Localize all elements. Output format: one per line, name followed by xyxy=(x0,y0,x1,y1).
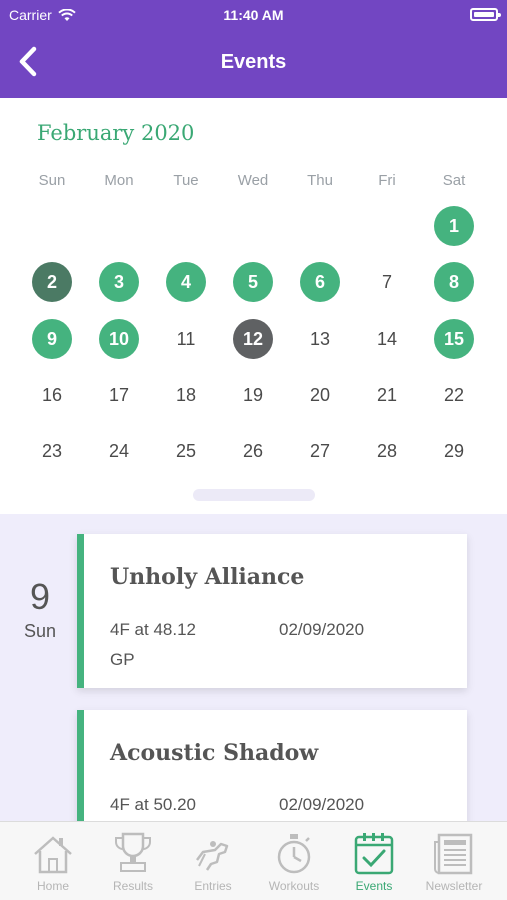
tab-workouts[interactable]: Workouts xyxy=(252,828,336,894)
tab-label: Workouts xyxy=(268,879,320,893)
tab-entries[interactable]: Entries xyxy=(171,828,255,894)
tab-label: Results xyxy=(112,879,153,893)
calendar-day[interactable]: 15 xyxy=(434,319,474,359)
weekday-label: Fri xyxy=(378,172,396,189)
calendar-day[interactable]: 5 xyxy=(233,262,273,302)
tab-label: Events xyxy=(355,879,393,893)
calendar-day[interactable]: 20 xyxy=(300,375,340,415)
calendar-day[interactable]: 9 xyxy=(32,319,72,359)
calendar-day[interactable]: 11 xyxy=(166,319,206,359)
track-label: GP xyxy=(110,650,135,669)
calendar-day[interactable]: 18 xyxy=(166,375,206,415)
calendar-day[interactable]: 2 xyxy=(32,262,72,302)
calendar-day[interactable]: 16 xyxy=(32,375,72,415)
weekday-label: Thu xyxy=(307,172,333,189)
calendar-day[interactable]: 7 xyxy=(367,262,407,302)
calendar-day[interactable]: 28 xyxy=(367,431,407,471)
calendar-day[interactable]: 26 xyxy=(233,431,273,471)
calendar-day[interactable]: 24 xyxy=(99,431,139,471)
tab-label: Entries xyxy=(194,879,232,893)
calendar-day[interactable]: 25 xyxy=(166,431,206,471)
event-date-weekday: Sun xyxy=(23,621,57,641)
battery-icon xyxy=(470,8,501,21)
calendar-day[interactable]: 10 xyxy=(99,319,139,359)
calendar-day[interactable]: 4 xyxy=(166,262,206,302)
calendar-day[interactable]: 29 xyxy=(434,431,474,471)
house-icon xyxy=(34,836,72,874)
stopwatch-icon xyxy=(277,834,311,874)
weekday-label: Sun xyxy=(38,172,66,189)
event-date: 02/09/2020 xyxy=(279,795,365,814)
calendar-day[interactable]: 8 xyxy=(434,262,474,302)
horse-name: Acoustic Shadow xyxy=(110,740,319,766)
calendar-day[interactable]: 12 xyxy=(233,319,273,359)
calendar-day[interactable]: 1 xyxy=(434,206,474,246)
trophy-icon xyxy=(115,832,151,872)
workout-text: 4F at 50.20 xyxy=(110,795,197,814)
calendar-icon xyxy=(354,833,394,875)
tab-results[interactable]: Results xyxy=(91,828,175,894)
event-date-day: 9 xyxy=(29,576,51,617)
tab-label: Home xyxy=(36,879,69,893)
nav-header: Carrier 11:40 AM Events xyxy=(0,0,507,98)
weekday-label: Tue xyxy=(173,172,199,189)
weekday-label: Wed xyxy=(237,172,269,189)
status-bar: Carrier 11:40 AM xyxy=(0,0,507,30)
tab-events[interactable]: Events xyxy=(332,828,416,894)
calendar-day[interactable]: 19 xyxy=(233,375,273,415)
calendar-day[interactable]: 13 xyxy=(300,319,340,359)
tab-newsletter[interactable]: Newsletter xyxy=(412,828,496,894)
event-card[interactable]: Acoustic Shadow 4F at 50.20 02/09/2020 xyxy=(77,710,467,821)
calendar-day[interactable]: 17 xyxy=(99,375,139,415)
horse-name: Unholy Alliance xyxy=(110,564,305,590)
month-label: February 2020 xyxy=(37,121,195,145)
workout-text: 4F at 48.12 xyxy=(110,620,197,639)
calendar-day[interactable]: 6 xyxy=(300,262,340,302)
page-title: Events xyxy=(220,51,287,73)
event-date: 02/09/2020 xyxy=(279,620,365,639)
events-list[interactable]: 9 Sun Unholy Alliance 4F at 48.12 02/09/… xyxy=(0,514,507,821)
racehorse-icon xyxy=(196,841,229,871)
calendar-day[interactable]: 14 xyxy=(367,319,407,359)
calendar-day[interactable]: 23 xyxy=(32,431,72,471)
tab-bar: Home Results Entries Workouts Events New… xyxy=(0,821,507,900)
calendar-day[interactable]: 21 xyxy=(367,375,407,415)
tab-label: Newsletter xyxy=(425,879,483,893)
weekday-label: Sat xyxy=(442,172,466,189)
status-time: 11:40 AM xyxy=(223,7,284,23)
newspaper-icon xyxy=(434,833,473,875)
drag-handle[interactable] xyxy=(193,489,315,501)
event-card[interactable]: Unholy Alliance 4F at 48.12 02/09/2020 G… xyxy=(77,534,467,688)
weekday-label: Mon xyxy=(104,172,134,189)
tab-home[interactable]: Home xyxy=(11,828,95,894)
calendar-day[interactable]: 3 xyxy=(99,262,139,302)
calendar-day[interactable]: 22 xyxy=(434,375,474,415)
calendar-day[interactable]: 27 xyxy=(300,431,340,471)
